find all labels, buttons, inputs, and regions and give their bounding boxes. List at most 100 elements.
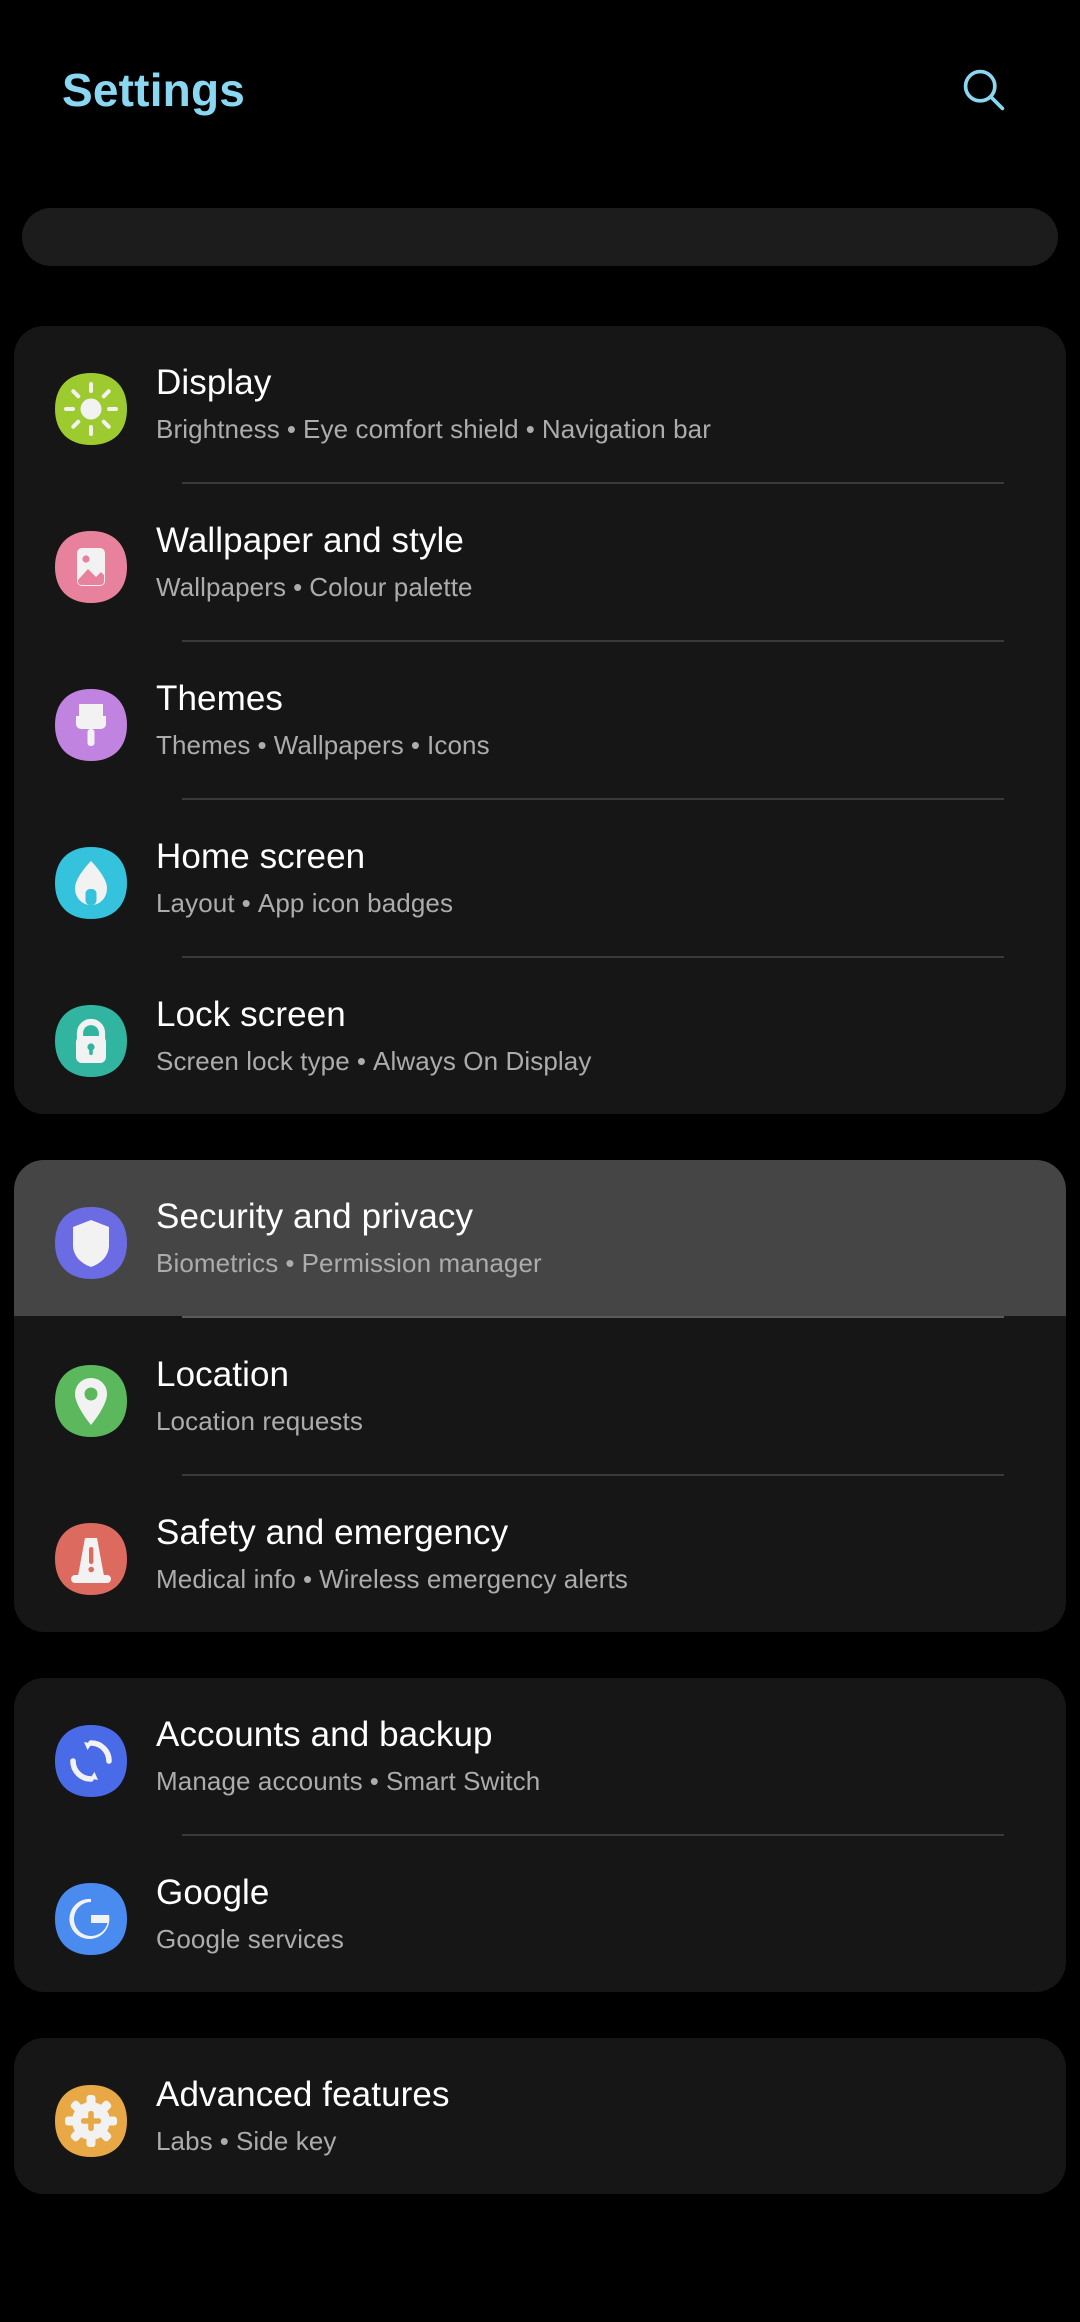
subtitle-part: Medical info xyxy=(156,1563,296,1594)
settings-item-home-screen[interactable]: Home screen Layout • App icon badges xyxy=(14,800,1066,956)
sync-icon xyxy=(55,1725,127,1797)
house-icon xyxy=(55,847,127,919)
settings-item-text: Google Google services xyxy=(156,1870,1042,1955)
subtitle-part: Permission manager xyxy=(301,1247,542,1278)
subtitle-part: Wireless emergency alerts xyxy=(319,1563,628,1594)
subtitle-part: Colour palette xyxy=(309,571,473,602)
photo-icon xyxy=(55,531,127,603)
settings-item-title: Advanced features xyxy=(156,2075,450,2114)
settings-item-accounts-and-backup[interactable]: Accounts and backup Manage accounts • Smart… xyxy=(14,1678,1066,1834)
subtitle-separator: • xyxy=(369,1765,379,1796)
settings-item-display[interactable]: Display Brightness • Eye comfort shield • Nav… xyxy=(14,326,1066,482)
settings-item-subtitle: Location requests xyxy=(156,1406,1042,1437)
subtitle-part: Navigation bar xyxy=(541,413,711,444)
settings-item-title: Location xyxy=(156,1355,290,1394)
settings-screen: Settings Display Brightness • Eye comfort s… xyxy=(0,0,1080,2322)
settings-item-themes[interactable]: Themes Themes • Wallpapers • Icons xyxy=(14,642,1066,798)
settings-group-security-location: Security and privacy Biometrics • Permissio… xyxy=(14,1160,1066,1632)
subtitle-part: Screen lock type xyxy=(156,1045,350,1076)
page-title: Settings xyxy=(62,64,246,116)
settings-item-title: Wallpaper and style xyxy=(156,521,464,560)
lock-icon xyxy=(52,1002,130,1080)
subtitle-part: Wallpapers xyxy=(273,729,404,760)
shield-icon xyxy=(55,1207,127,1279)
google-g-icon xyxy=(52,1880,130,1958)
gear-plus-icon xyxy=(55,2085,127,2157)
settings-item-title: Themes xyxy=(156,679,284,718)
search-icon[interactable] xyxy=(936,42,1032,138)
settings-item-subtitle: Manage accounts • Smart Switch xyxy=(156,1766,1042,1797)
subtitle-separator: • xyxy=(285,1247,295,1278)
settings-item-wallpaper-and-style[interactable]: Wallpaper and style Wallpapers • Colour pal… xyxy=(14,484,1066,640)
settings-item-subtitle: Themes • Wallpapers • Icons xyxy=(156,730,1042,761)
settings-item-title: Lock screen xyxy=(156,995,346,1034)
settings-item-safety-and-emergency[interactable]: Safety and emergency Medical info • Wireles… xyxy=(14,1476,1066,1632)
subtitle-separator: • xyxy=(219,2125,229,2156)
settings-item-text: Security and privacy Biometrics • Permissio… xyxy=(156,1194,1042,1279)
settings-item-lock-screen[interactable]: Lock screen Screen lock type • Always On Di… xyxy=(14,958,1066,1114)
settings-item-text: Safety and emergency Medical info • Wireles… xyxy=(156,1510,1042,1595)
settings-group-accounts: Accounts and backup Manage accounts • Smart… xyxy=(14,1678,1066,1992)
paintbrush-icon xyxy=(55,689,127,761)
settings-item-text: Advanced features Labs • Side key xyxy=(156,2072,1042,2157)
sun-icon xyxy=(52,370,130,448)
settings-item-subtitle: Wallpapers • Colour palette xyxy=(156,572,1042,603)
house-icon xyxy=(52,844,130,922)
photo-icon xyxy=(52,528,130,606)
settings-item-advanced-features[interactable]: Advanced features Labs • Side key xyxy=(14,2038,1066,2194)
sync-icon xyxy=(52,1722,130,1800)
subtitle-separator: • xyxy=(257,729,267,760)
subtitle-part: Manage accounts xyxy=(156,1765,363,1796)
settings-item-title: Accounts and backup xyxy=(156,1715,493,1754)
search-input[interactable] xyxy=(22,208,1058,266)
subtitle-part: Layout xyxy=(156,887,235,918)
subtitle-part: Wallpapers xyxy=(156,571,287,602)
settings-item-title: Safety and emergency xyxy=(156,1513,509,1552)
subtitle-part: Icons xyxy=(427,729,490,760)
subtitle-part: Themes xyxy=(156,729,251,760)
lock-icon xyxy=(55,1005,127,1077)
settings-item-subtitle: Biometrics • Permission manager xyxy=(156,1248,1042,1279)
subtitle-separator: • xyxy=(525,413,535,444)
settings-item-security-and-privacy[interactable]: Security and privacy Biometrics • Permissio… xyxy=(14,1160,1066,1316)
paintbrush-icon xyxy=(52,686,130,764)
settings-item-subtitle: Brightness • Eye comfort shield • Navigation… xyxy=(156,414,1042,445)
subtitle-part: Labs xyxy=(156,2125,213,2156)
settings-item-title: Display xyxy=(156,363,272,402)
subtitle-part: Google services xyxy=(156,1923,344,1954)
subtitle-separator: • xyxy=(302,1563,313,1594)
settings-item-title: Security and privacy xyxy=(156,1197,474,1236)
subtitle-separator: • xyxy=(356,1045,367,1076)
map-pin-icon xyxy=(52,1362,130,1440)
app-header: Settings xyxy=(0,0,1080,180)
emergency-beacon-icon xyxy=(55,1523,127,1595)
settings-item-google[interactable]: Google Google services xyxy=(14,1836,1066,1992)
settings-item-title: Home screen xyxy=(156,837,366,876)
subtitle-part: Smart Switch xyxy=(385,1765,541,1796)
settings-item-subtitle: Layout • App icon badges xyxy=(156,888,1042,919)
subtitle-part: Side key xyxy=(235,2125,337,2156)
settings-item-subtitle: Medical info • Wireless emergency alerts xyxy=(156,1564,1042,1595)
subtitle-part: Location requests xyxy=(156,1405,363,1436)
settings-item-subtitle: Google services xyxy=(156,1924,1042,1955)
subtitle-part: Brightness xyxy=(156,413,280,444)
settings-item-subtitle: Labs • Side key xyxy=(156,2126,1042,2157)
sun-icon xyxy=(55,373,127,445)
settings-item-text: Themes Themes • Wallpapers • Icons xyxy=(156,676,1042,761)
google-g-icon xyxy=(55,1883,127,1955)
map-pin-icon xyxy=(55,1365,127,1437)
shield-icon xyxy=(52,1204,130,1282)
settings-item-location[interactable]: Location Location requests xyxy=(14,1318,1066,1474)
subtitle-part: App icon badges xyxy=(257,887,454,918)
subtitle-part: Eye comfort shield xyxy=(303,413,519,444)
settings-group-personalization: Display Brightness • Eye comfort shield • Nav… xyxy=(14,326,1066,1114)
subtitle-part: Always On Display xyxy=(373,1045,592,1076)
subtitle-separator: • xyxy=(293,571,303,602)
settings-item-text: Location Location requests xyxy=(156,1352,1042,1437)
subtitle-separator: • xyxy=(410,729,421,760)
subtitle-separator: • xyxy=(241,887,251,918)
settings-item-text: Accounts and backup Manage accounts • Smart… xyxy=(156,1712,1042,1797)
subtitle-separator: • xyxy=(286,413,297,444)
settings-list: Display Brightness • Eye comfort shield • Nav… xyxy=(0,326,1080,2194)
gear-plus-icon xyxy=(52,2082,130,2160)
